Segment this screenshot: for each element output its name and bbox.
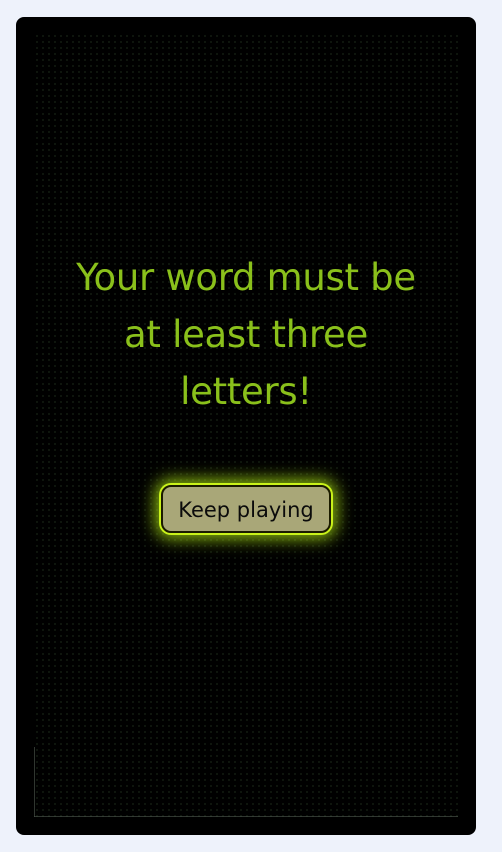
bottom-border-line <box>34 816 458 817</box>
dot-grid-background <box>34 33 458 817</box>
left-border-tick <box>34 747 35 817</box>
keep-playing-button[interactable]: Keep playing <box>161 485 331 533</box>
game-card: Your word must be at least three letters… <box>16 17 476 835</box>
error-message: Your word must be at least three letters… <box>76 256 416 413</box>
